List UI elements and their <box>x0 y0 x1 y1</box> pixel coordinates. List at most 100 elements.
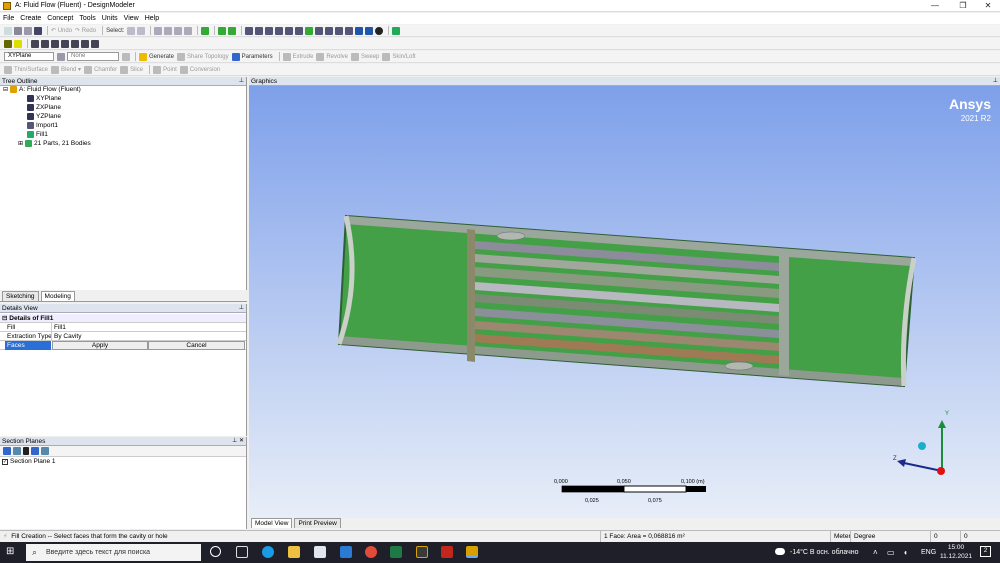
sweep-button[interactable]: Sweep <box>351 52 379 62</box>
help-icon[interactable] <box>392 26 401 35</box>
tab-model-view[interactable]: Model View <box>251 518 293 528</box>
pin-icon[interactable]: ⊥ <box>239 77 244 86</box>
extrude-button[interactable]: Extrude <box>282 52 313 62</box>
menu-help[interactable]: Help <box>142 15 162 22</box>
rotate-icon[interactable] <box>245 26 254 35</box>
chrome-icon[interactable] <box>365 546 377 558</box>
menu-units[interactable]: Units <box>99 15 121 22</box>
undo-button[interactable]: ↶ Undo <box>51 26 72 36</box>
blend-button[interactable]: Blend ▾ <box>51 65 81 75</box>
details-row-fill[interactable]: Fill Fill1 <box>0 323 246 332</box>
export-icon[interactable] <box>24 26 32 35</box>
excel-icon[interactable] <box>390 546 402 558</box>
details-row-faces[interactable]: Faces Apply Cancel <box>0 341 246 350</box>
generate-button[interactable]: Generate <box>139 52 174 62</box>
select-all-icon[interactable] <box>91 39 99 48</box>
new-section-icon[interactable] <box>3 447 11 455</box>
windows-start-icon[interactable]: ⊞ <box>6 547 16 557</box>
tab-modeling[interactable]: Modeling <box>40 291 75 301</box>
share-topology-button[interactable]: Share Topology <box>177 52 229 62</box>
tray-chevron-icon[interactable]: ˄ <box>873 542 878 563</box>
language-indicator[interactable]: ENG <box>921 542 936 563</box>
tab-sketching[interactable]: Sketching <box>2 291 39 301</box>
tree-root[interactable]: ⊟ A: Fluid Flow (Fluent) <box>3 86 81 93</box>
parameters-button[interactable]: Parameters <box>231 52 273 62</box>
fit-icon[interactable] <box>218 26 227 35</box>
graphics-viewport[interactable]: Ansys 2021 R2 0,000 0,050 0,100 (m) 0,02… <box>249 86 1000 518</box>
tree-item-fill1[interactable]: Fill1 <box>27 131 48 138</box>
menu-concept[interactable]: Concept <box>44 15 76 22</box>
dot-icon[interactable] <box>375 26 384 35</box>
edge-browser-icon[interactable] <box>262 546 274 558</box>
network-icon[interactable]: ▭ <box>887 542 895 563</box>
menu-create[interactable]: Create <box>17 15 44 22</box>
designmodeler-icon[interactable] <box>466 546 478 558</box>
clock-date[interactable]: 11.12.2021 <box>937 553 975 560</box>
minimize-button[interactable]: — <box>922 0 948 12</box>
point-filter-icon[interactable] <box>154 26 163 35</box>
body-filter-icon[interactable] <box>184 26 193 35</box>
menu-tools[interactable]: Tools <box>76 15 98 22</box>
thin-surface-button[interactable]: Thin/Surface <box>4 65 48 75</box>
zoom-in-icon[interactable] <box>275 26 284 35</box>
look-at-icon[interactable] <box>325 26 334 35</box>
tree-item-import1[interactable]: Import1 <box>27 122 58 129</box>
tree-item-zxplane[interactable]: ZXPlane <box>27 104 61 111</box>
tree-item-xyplane[interactable]: XYPlane <box>27 95 61 102</box>
face-snap-icon[interactable] <box>51 39 59 48</box>
volume-icon[interactable]: ◖ <box>903 542 908 563</box>
notifications-icon[interactable]: 2 <box>980 546 991 557</box>
select-mode-icon[interactable] <box>127 26 136 35</box>
display-mode-icon[interactable] <box>365 26 374 35</box>
section-checkbox[interactable]: ✓ <box>2 458 8 465</box>
delete-section-icon[interactable] <box>23 447 29 455</box>
model-geometry[interactable] <box>249 86 1000 518</box>
show-section-icon[interactable] <box>31 447 39 455</box>
menu-view[interactable]: View <box>121 15 142 22</box>
iso-icon[interactable] <box>355 26 364 35</box>
file-explorer-icon[interactable] <box>288 546 300 558</box>
zoom-to-fit-icon[interactable] <box>305 26 314 35</box>
redo-button[interactable]: ↷ Redo <box>75 26 96 36</box>
body-snap-icon[interactable] <box>61 39 69 48</box>
point-snap-icon[interactable] <box>31 39 39 48</box>
edge-snap-icon[interactable] <box>41 39 49 48</box>
cortana-icon[interactable] <box>210 546 221 557</box>
mail-icon[interactable] <box>340 546 352 558</box>
menu-file[interactable]: File <box>0 15 17 22</box>
select-filter-icon[interactable] <box>137 26 146 35</box>
taskbar-search[interactable]: ⌕ Введите здесь текст для поиска <box>26 544 201 561</box>
cap-section-icon[interactable] <box>41 447 49 455</box>
tab-print-preview[interactable]: Print Preview <box>294 518 341 528</box>
tree-item-parts[interactable]: ⊞ 21 Parts, 21 Bodies <box>18 140 91 147</box>
weather-text[interactable]: -14°C В осн. облачно <box>790 542 859 563</box>
new-sketch-icon[interactable] <box>122 52 130 61</box>
save-icon[interactable] <box>14 26 22 35</box>
zoom-box-icon[interactable] <box>228 26 237 35</box>
pin-close-icons[interactable]: ⊥ ✕ <box>232 437 244 446</box>
maximize-button[interactable]: ❐ <box>950 0 976 12</box>
plane-select[interactable]: XYPlane <box>4 52 54 61</box>
conversion-button[interactable]: Conversion <box>179 65 220 75</box>
point-button[interactable]: Point <box>153 65 177 75</box>
task-view-icon[interactable] <box>236 546 248 558</box>
edge-color-icon[interactable] <box>14 39 22 48</box>
pin-icon[interactable]: ⊥ <box>993 77 998 86</box>
pin-icon[interactable]: ⊥ <box>239 304 244 313</box>
section-plane-item[interactable]: ✓ Section Plane 1 <box>0 458 246 465</box>
vertex-snap-icon[interactable] <box>71 39 79 48</box>
new-icon[interactable] <box>4 26 12 35</box>
ansys-workbench-icon[interactable] <box>416 546 428 558</box>
previous-view-icon[interactable] <box>335 26 344 35</box>
skin-loft-button[interactable]: Skin/Loft <box>382 52 416 62</box>
color-icon[interactable] <box>4 39 12 48</box>
zoom-icon[interactable] <box>265 26 274 35</box>
screenshot-icon[interactable] <box>34 26 42 35</box>
next-view-icon[interactable] <box>345 26 354 35</box>
zoom-fit-icon[interactable] <box>295 26 304 35</box>
chamfer-button[interactable]: Chamfer <box>84 65 117 75</box>
tree-item-yzplane[interactable]: YZPlane <box>27 113 61 120</box>
magnifier-icon[interactable] <box>315 26 324 35</box>
edge-filter-icon[interactable] <box>164 26 173 35</box>
extend-icon[interactable] <box>201 26 210 35</box>
